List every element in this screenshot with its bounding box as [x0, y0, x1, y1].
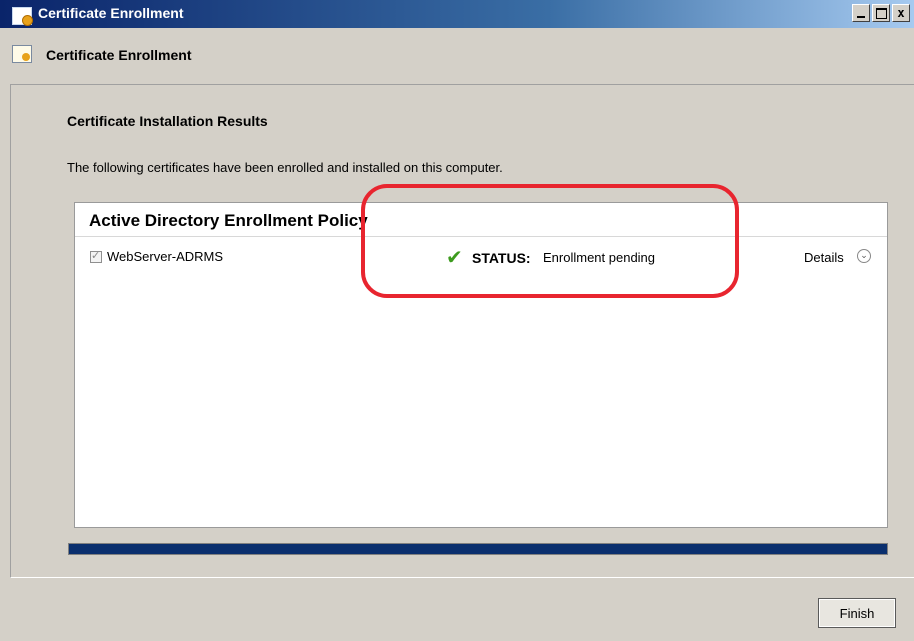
- maximize-button[interactable]: [872, 4, 890, 22]
- page-title: Certificate Enrollment: [46, 47, 192, 63]
- details-link[interactable]: Details: [804, 250, 844, 265]
- window-controls: x: [850, 4, 910, 22]
- page-header: Certificate Enrollment: [0, 40, 914, 66]
- certificate-icon: [12, 45, 32, 63]
- chevron-down-circle-icon[interactable]: ⌄: [857, 249, 871, 263]
- close-button[interactable]: x: [892, 4, 910, 22]
- section-heading: Certificate Installation Results: [67, 113, 268, 129]
- policy-title: Active Directory Enrollment Policy: [89, 211, 368, 230]
- certificate-icon: [12, 7, 33, 26]
- annotation-highlight: [361, 184, 739, 298]
- finish-button[interactable]: Finish: [818, 598, 896, 628]
- intro-text: The following certificates have been enr…: [67, 160, 503, 175]
- progress-fill: [69, 544, 887, 554]
- progress-bar: [68, 543, 888, 555]
- minimize-button[interactable]: [852, 4, 870, 22]
- window-titlebar: Certificate Enrollment x: [0, 0, 914, 28]
- certificate-name: WebServer-ADRMS: [107, 249, 224, 264]
- window-title: Certificate Enrollment: [38, 5, 184, 21]
- certificate-checkbox[interactable]: [90, 249, 102, 263]
